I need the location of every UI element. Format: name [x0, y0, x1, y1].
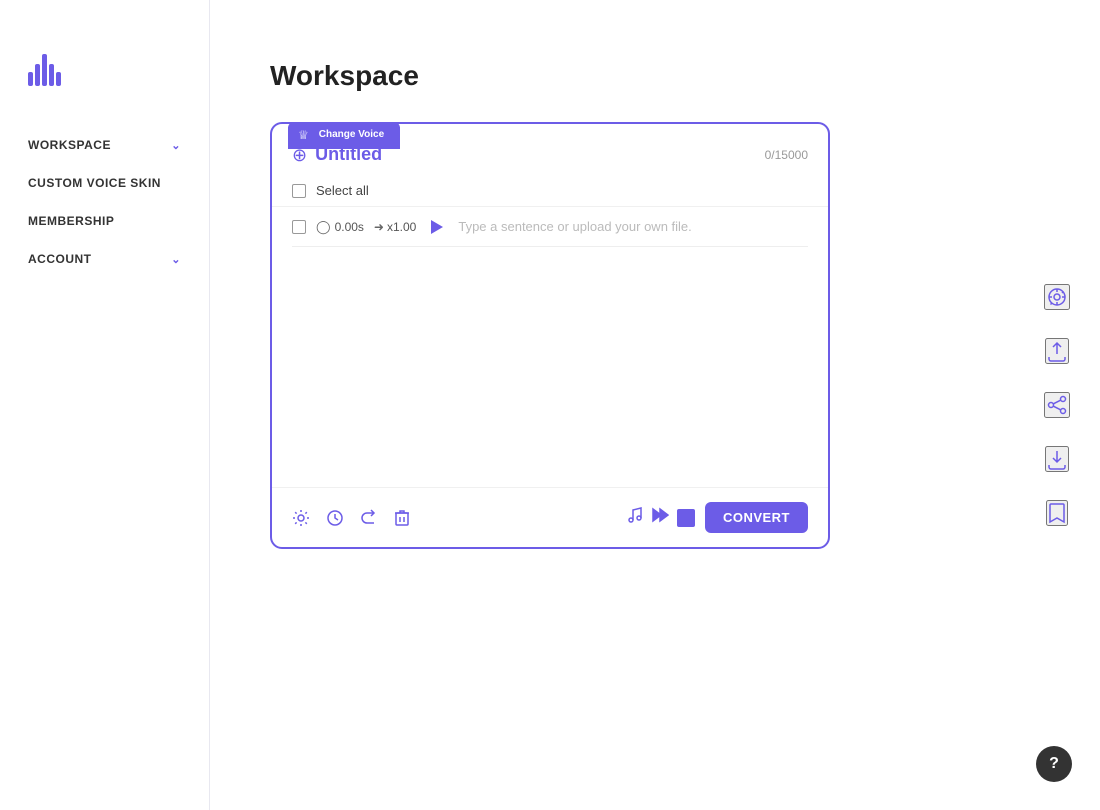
stop-button[interactable] — [677, 509, 695, 527]
app-logo — [28, 50, 181, 86]
toolbar-left — [292, 509, 410, 527]
settings-button[interactable] — [292, 509, 310, 527]
voice-settings-icon[interactable] — [1044, 284, 1070, 310]
sidebar: WORKSPACE ⌄ CUSTOM VOICE SKIN MEMBERSHIP… — [0, 0, 210, 810]
select-all-row: Select all — [272, 175, 828, 206]
bookmark-icon[interactable] — [1046, 500, 1068, 526]
voice-badge: ♕ Change Voice — [288, 122, 400, 149]
clock-icon: ◯ — [316, 219, 331, 235]
workspace-card: ♕ Change Voice ⊕ Untitled 0/15000 Select… — [270, 122, 830, 549]
track-checkbox[interactable] — [292, 220, 306, 234]
speed-value: x1.00 — [387, 220, 416, 234]
sidebar-item-label: CUSTOM VOICE SKIN — [28, 176, 161, 190]
share-icon[interactable] — [1044, 392, 1070, 418]
logo-bar — [35, 64, 40, 86]
redo-button[interactable] — [360, 509, 378, 527]
card-body — [272, 247, 828, 487]
logo-bar — [49, 64, 54, 86]
card-toolbar: CONVERT — [272, 487, 828, 547]
logo-bar — [42, 54, 47, 86]
history-button[interactable] — [326, 509, 344, 527]
speed-area: ➜ x1.00 — [374, 220, 416, 234]
logo-bar — [28, 72, 33, 86]
text-input-placeholder[interactable]: Type a sentence or upload your own file. — [458, 215, 808, 238]
play-controls — [627, 506, 695, 529]
track-row: ◯ 0.00s ➜ x1.00 Type a sentence or uploa… — [272, 206, 828, 246]
sidebar-item-label: ACCOUNT — [28, 252, 92, 266]
char-count: 0/15000 — [765, 148, 808, 162]
page-title: Workspace — [270, 60, 1050, 92]
right-actions — [1044, 284, 1070, 526]
chevron-down-icon: ⌄ — [171, 139, 181, 152]
sidebar-item-custom-voice-skin[interactable]: CUSTOM VOICE SKIN — [0, 164, 209, 202]
sidebar-item-label: WORKSPACE — [28, 138, 111, 152]
upload-icon[interactable] — [1045, 338, 1069, 364]
convert-button[interactable]: CONVERT — [705, 502, 808, 533]
time-value: 0.00s — [335, 220, 364, 234]
change-voice-button[interactable]: Change Voice — [313, 126, 390, 143]
music-button[interactable] — [627, 506, 643, 529]
help-button[interactable]: ? — [1036, 746, 1072, 782]
sidebar-item-workspace[interactable]: WORKSPACE ⌄ — [0, 126, 209, 164]
track-play-button[interactable] — [426, 216, 448, 238]
logo-area — [0, 30, 209, 116]
crown-icon: ♕ — [298, 128, 309, 142]
select-all-checkbox[interactable] — [292, 184, 306, 198]
arrow-icon: ➜ — [374, 220, 384, 234]
sidebar-item-membership[interactable]: MEMBERSHIP — [0, 202, 209, 240]
sidebar-item-account[interactable]: ACCOUNT ⌄ — [0, 240, 209, 278]
toolbar-right: CONVERT — [627, 502, 808, 533]
fast-play-button[interactable] — [651, 506, 669, 529]
sidebar-item-label: MEMBERSHIP — [28, 214, 114, 228]
main-content: Workspace ♕ Change Voice ⊕ Untitled 0/15… — [210, 0, 1100, 810]
delete-button[interactable] — [394, 509, 410, 527]
logo-bar — [56, 72, 61, 86]
chevron-down-icon: ⌄ — [171, 253, 181, 266]
nav-menu: WORKSPACE ⌄ CUSTOM VOICE SKIN MEMBERSHIP… — [0, 116, 209, 288]
select-all-label[interactable]: Select all — [316, 183, 369, 198]
download-icon[interactable] — [1045, 446, 1069, 472]
track-time: ◯ 0.00s — [316, 219, 364, 235]
